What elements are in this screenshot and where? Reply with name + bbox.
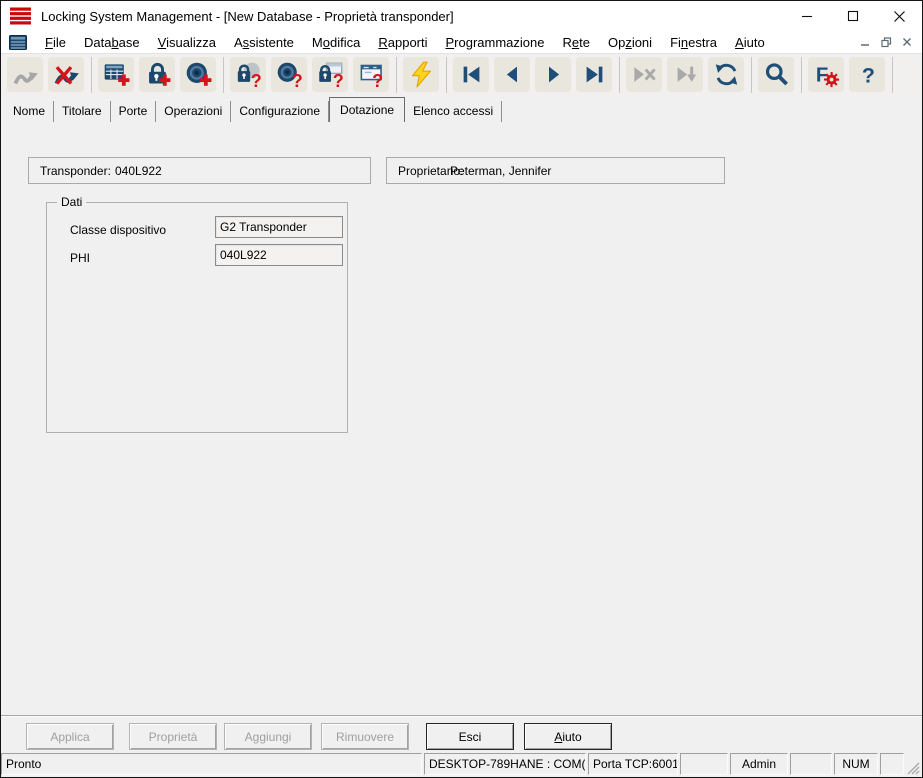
- search-icon[interactable]: [758, 57, 794, 92]
- toolbar-separator: [892, 57, 893, 93]
- prev-record-icon[interactable]: [494, 57, 530, 92]
- help-icon[interactable]: ?: [849, 57, 885, 92]
- device-class-label: Classe dispositivo: [70, 223, 166, 237]
- toolbar: ? ? ? ?: [1, 53, 922, 95]
- owner-box: Proprietario: Peterman, Jennifer: [386, 157, 725, 184]
- new-locking-plan-icon[interactable]: [98, 57, 134, 92]
- menu-aiuto[interactable]: Aiuto: [726, 33, 774, 52]
- read-window-icon[interactable]: ?: [353, 57, 389, 92]
- toolbar-separator: [223, 57, 224, 93]
- filter-icon[interactable]: F: [808, 57, 844, 92]
- tab-page-dotazione: Transponder: 040L922 Proprietario: Peter…: [1, 122, 922, 715]
- statusbar: Pronto DESKTOP-789HANE : COM(*) Porta TC…: [1, 751, 922, 777]
- toolbar-separator: [619, 57, 620, 93]
- aggiungi-button[interactable]: Aggiungi: [224, 723, 312, 750]
- dati-legend: Dati: [57, 195, 86, 209]
- read-mifare-lock-icon[interactable]: ?: [312, 57, 348, 92]
- last-record-icon[interactable]: [576, 57, 612, 92]
- transponder-box: Transponder: 040L922: [28, 157, 371, 184]
- status-empty-1: [680, 753, 728, 775]
- applica-button[interactable]: Applica: [26, 723, 114, 750]
- svg-text:?: ?: [372, 71, 383, 88]
- menu-opzioni[interactable]: Opzioni: [599, 33, 661, 52]
- proprieta-button[interactable]: Proprietà: [129, 723, 217, 750]
- device-class-field[interactable]: [215, 216, 343, 238]
- toolbar-separator: [446, 57, 447, 93]
- tab-bar: Nome Titolare Porte Operazioni Configura…: [1, 95, 922, 122]
- menu-finestra[interactable]: Finestra: [661, 33, 726, 52]
- close-icon[interactable]: [876, 1, 922, 31]
- phi-label: PHI: [70, 251, 90, 265]
- login-icon[interactable]: [7, 57, 43, 92]
- tab-nome[interactable]: Nome: [5, 101, 54, 122]
- toolbar-separator: [751, 57, 752, 93]
- toolbar-separator: [801, 57, 802, 93]
- svg-text:?: ?: [291, 71, 302, 88]
- menu-assistente[interactable]: Assistente: [225, 33, 303, 52]
- new-lock-icon[interactable]: [139, 57, 175, 92]
- tab-elenco-accessi[interactable]: Elenco accessi: [405, 101, 502, 122]
- mdi-close-icon[interactable]: [899, 35, 915, 50]
- phi-field[interactable]: [215, 244, 343, 266]
- resize-grip[interactable]: [906, 753, 920, 775]
- tab-titolare[interactable]: Titolare: [54, 101, 111, 122]
- read-transponder-icon[interactable]: ?: [271, 57, 307, 92]
- mdi-minimize-icon[interactable]: [857, 35, 873, 50]
- next-record-icon[interactable]: [535, 57, 571, 92]
- logout-icon[interactable]: [48, 57, 84, 92]
- app-window: Locking System Management - [New Databas…: [0, 0, 923, 778]
- svg-text:?: ?: [332, 71, 343, 88]
- menu-rete[interactable]: Rete: [554, 33, 599, 52]
- svg-text:?: ?: [250, 71, 261, 88]
- esci-button[interactable]: Esci: [426, 723, 514, 750]
- minimize-icon[interactable]: [784, 1, 830, 31]
- toolbar-separator: [91, 57, 92, 93]
- mdi-restore-icon[interactable]: [878, 35, 894, 50]
- rimuovere-button[interactable]: Rimuovere: [321, 723, 409, 750]
- tab-porte[interactable]: Porte: [111, 101, 157, 122]
- window-title: Locking System Management - [New Databas…: [41, 9, 454, 24]
- refresh-icon[interactable]: [708, 57, 744, 92]
- menu-visualizza[interactable]: Visualizza: [149, 33, 225, 52]
- status-connection: DESKTOP-789HANE : COM(*): [424, 753, 586, 775]
- status-ready: Pronto: [1, 753, 422, 775]
- tab-dotazione[interactable]: Dotazione: [329, 97, 405, 123]
- menu-modifica[interactable]: Modifica: [303, 33, 369, 52]
- aiuto-button[interactable]: Aiuto: [524, 723, 612, 750]
- owner-value: Peterman, Jennifer: [450, 164, 551, 178]
- skip-cancel-icon[interactable]: [626, 57, 662, 92]
- menu-file[interactable]: File: [36, 33, 75, 52]
- button-bar: Applica Proprietà Aggiungi Rimuovere Esc…: [1, 715, 922, 751]
- tab-operazioni[interactable]: Operazioni: [156, 101, 231, 122]
- dati-groupbox: Dati Classe dispositivo PHI: [46, 202, 348, 433]
- transponder-value: 040L922: [115, 164, 162, 178]
- status-num-lock: NUM: [834, 753, 878, 775]
- status-empty-3: [880, 753, 904, 775]
- read-lock-icon[interactable]: ?: [230, 57, 266, 92]
- app-logo-icon: [10, 7, 32, 26]
- transponder-label: Transponder:: [40, 164, 111, 178]
- document-icon: [9, 35, 27, 50]
- svg-text:?: ?: [861, 63, 874, 87]
- new-transponder-icon[interactable]: [180, 57, 216, 92]
- status-user: Admin: [730, 753, 788, 775]
- maximize-icon[interactable]: [830, 1, 876, 31]
- tab-configurazione[interactable]: Configurazione: [231, 101, 329, 122]
- menu-programmazione[interactable]: Programmazione: [437, 33, 554, 52]
- first-record-icon[interactable]: [453, 57, 489, 92]
- status-empty-2: [790, 753, 832, 775]
- menubar: File Database Visualizza Assistente Modi…: [1, 31, 922, 53]
- toolbar-separator: [396, 57, 397, 93]
- status-tcp-port: Porta TCP:6001: [588, 753, 678, 775]
- menu-rapporti[interactable]: Rapporti: [369, 33, 436, 52]
- menu-database[interactable]: Database: [75, 33, 149, 52]
- program-lightning-icon[interactable]: [403, 57, 439, 92]
- titlebar: Locking System Management - [New Databas…: [1, 1, 922, 31]
- skip-down-icon[interactable]: [667, 57, 703, 92]
